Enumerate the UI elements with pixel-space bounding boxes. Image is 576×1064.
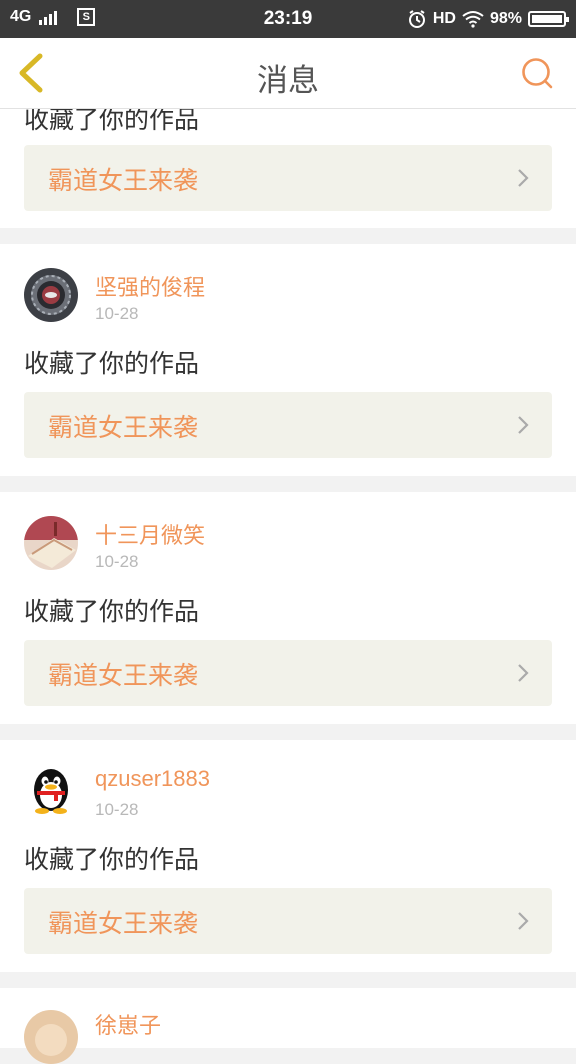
- chevron-right-icon: [518, 169, 529, 187]
- message-action-text: 收藏了你的作品: [24, 597, 200, 626]
- message-date: 10-28: [95, 800, 139, 819]
- chevron-right-icon: [518, 912, 529, 930]
- work-link[interactable]: 霸道女王来袭: [24, 145, 552, 211]
- username-link[interactable]: 十三月微笑: [95, 518, 205, 550]
- message-card: qzuser1883 10-28 收藏了你的作品 霸道女王来袭: [0, 740, 576, 972]
- message-action-text: 收藏了你的作品: [24, 349, 200, 378]
- chevron-right-icon: [518, 664, 529, 682]
- username-link[interactable]: 坚强的俊程: [95, 270, 205, 302]
- avatar[interactable]: [24, 268, 78, 322]
- status-right: HD 98%: [407, 9, 569, 29]
- message-action-text: 收藏了你的作品: [24, 845, 200, 874]
- work-title: 霸道女王来袭: [48, 413, 199, 442]
- work-title: 霸道女王来袭: [48, 166, 199, 195]
- work-title: 霸道女王来袭: [48, 661, 199, 690]
- hd-indicator: HD: [432, 10, 456, 27]
- work-link[interactable]: 霸道女王来袭: [24, 392, 552, 458]
- wifi-icon: [462, 11, 484, 28]
- header-bar: 消息: [0, 38, 576, 109]
- work-title: 霸道女王来袭: [48, 909, 199, 938]
- avatar[interactable]: [24, 1010, 78, 1064]
- battery-percent: 98%: [489, 10, 522, 27]
- avatar[interactable]: [24, 516, 78, 570]
- work-link[interactable]: 霸道女王来袭: [24, 888, 552, 954]
- work-link[interactable]: 霸道女王来袭: [24, 640, 552, 706]
- message-card: 十三月微笑 10-28 收藏了你的作品 霸道女王来袭: [0, 492, 576, 724]
- username-link[interactable]: 徐崽子: [95, 1008, 161, 1040]
- message-date: 10-28: [95, 304, 139, 323]
- chevron-right-icon: [518, 416, 529, 434]
- message-card: 徐崽子: [0, 988, 576, 1064]
- qq-penguin-icon: [24, 764, 78, 818]
- message-card: 坚强的俊程 10-28 收藏了你的作品 霸道女王来袭: [0, 244, 576, 476]
- alarm-icon: [408, 10, 425, 28]
- avatar[interactable]: [24, 764, 78, 818]
- battery-icon: [528, 11, 569, 27]
- message-date: 10-28: [95, 552, 139, 571]
- search-icon[interactable]: [520, 56, 554, 90]
- username-link[interactable]: qzuser1883: [95, 766, 210, 792]
- page-title: 消息: [257, 63, 319, 99]
- status-bar: 4G S 23:19 HD 98%: [0, 0, 576, 38]
